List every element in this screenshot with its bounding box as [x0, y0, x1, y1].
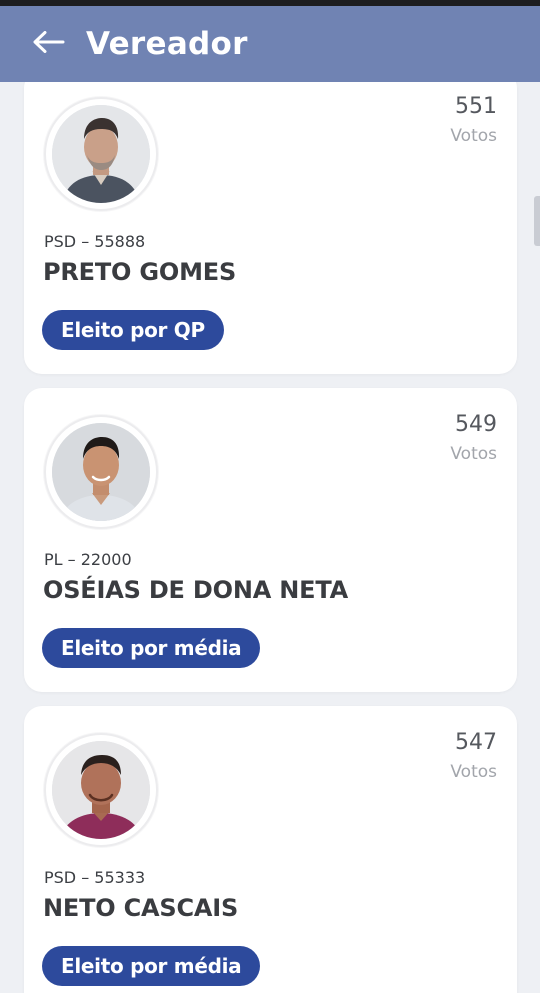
votes-count: 549 [455, 412, 497, 437]
back-button[interactable] [32, 27, 66, 61]
candidate-name: OSÉIAS DE DONA NETA [43, 576, 349, 604]
candidate-photo [52, 423, 150, 521]
votes-count: 547 [455, 730, 497, 755]
candidate-card[interactable]: 549 Votos PL – 22000 OSÉIAS DE DONA NETA… [24, 388, 517, 692]
election-status-badge: Eleito por QP [42, 310, 224, 350]
votes-label: Votos [450, 444, 497, 464]
avatar [44, 733, 158, 847]
candidate-name: PRETO GOMES [43, 258, 237, 286]
votes-count: 551 [455, 94, 497, 119]
candidate-list[interactable]: 551 Votos PSD – 55888 PRETO GOMES Eleito… [0, 82, 540, 993]
party-number: PSD – 55333 [44, 868, 146, 887]
election-status-badge: Eleito por média [42, 946, 261, 986]
party-number: PSD – 55888 [44, 232, 146, 251]
votes-label: Votos [450, 126, 497, 146]
scrollbar[interactable] [534, 196, 540, 246]
votes-label: Votos [450, 762, 497, 782]
page-title: Vereador [86, 26, 248, 62]
avatar [44, 97, 158, 211]
candidate-card[interactable]: 547 Votos PSD – 55333 NETO CASCAIS Eleit… [24, 706, 517, 993]
app-bar: Vereador [0, 6, 540, 82]
candidate-card[interactable]: 551 Votos PSD – 55888 PRETO GOMES Eleito… [24, 82, 517, 374]
arrow-left-icon [33, 30, 65, 58]
avatar [44, 415, 158, 529]
party-number: PL – 22000 [44, 550, 132, 569]
candidate-photo [52, 741, 150, 839]
candidate-name: NETO CASCAIS [43, 894, 239, 922]
candidate-photo [52, 105, 150, 203]
election-status-badge: Eleito por média [42, 628, 261, 668]
